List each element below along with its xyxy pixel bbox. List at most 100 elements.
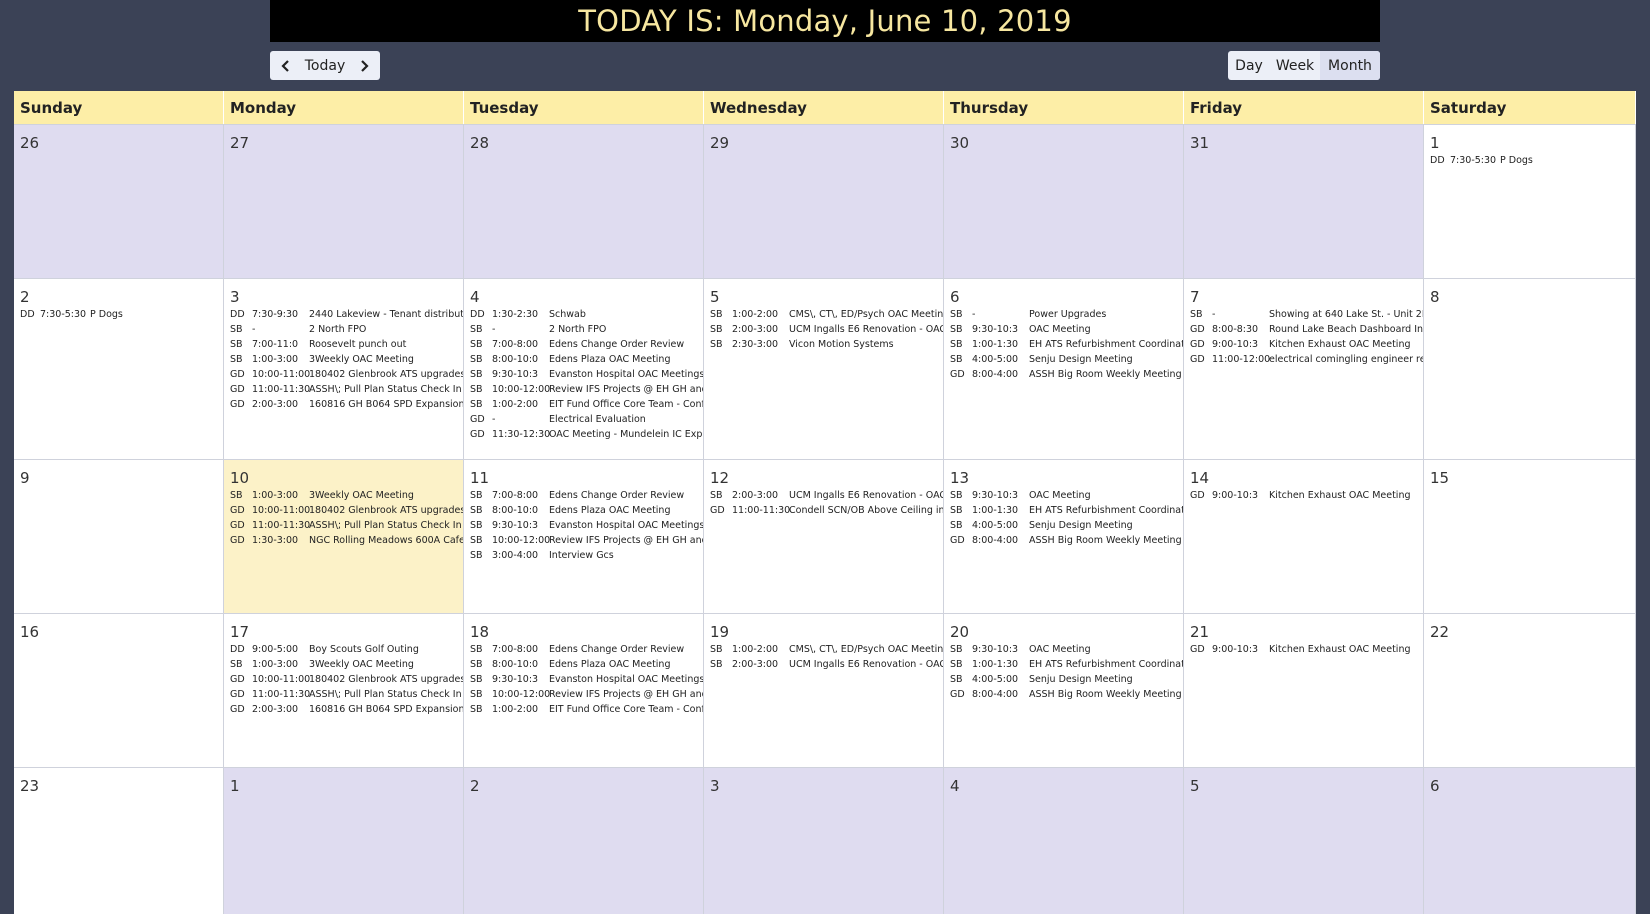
- day-cell[interactable]: 4 DD 1:30-2:30 Schwab SB -2 North FPO SB 7:00-8…: [464, 279, 704, 459]
- calendar-event[interactable]: GD 11:00-11:30 ASSH\; Pull Plan Status Che…: [224, 687, 463, 702]
- calendar-event[interactable]: SB 1:00-2:00 CMS\, CT\, ED/Psych OAC Meeti…: [704, 642, 943, 657]
- calendar-event[interactable]: GD - Electrical Evaluation: [464, 412, 703, 427]
- day-cell[interactable]: 19 SB 1:00-2:00 CMS\, CT\, ED/Psych OAC Mee…: [704, 614, 944, 767]
- chevron-left-icon[interactable]: [276, 54, 296, 78]
- calendar-event[interactable]: SB 1:00-3:00 3Weekly OAC Meeting: [224, 657, 463, 672]
- chevron-right-icon[interactable]: [354, 54, 374, 78]
- calendar-event[interactable]: SB 7:00-8:00 Edens Change Order Review: [464, 488, 703, 503]
- day-cell[interactable]: 23: [14, 768, 224, 914]
- day-cell[interactable]: 21 GD 9:00-10:3 Kitchen Exhaust OAC Meeting: [1184, 614, 1424, 767]
- calendar-event[interactable]: SB 1:00-3:00 3Weekly OAC Meeting: [224, 352, 463, 367]
- day-cell[interactable]: 2 DD 7:30-5:30 P Dogs: [14, 279, 224, 459]
- day-cell[interactable]: 6: [1424, 768, 1636, 914]
- calendar-event[interactable]: SB 8:00-10:0 Edens Plaza OAC Meeting: [464, 503, 703, 518]
- calendar-event[interactable]: DD 7:30-5:30 P Dogs: [14, 307, 223, 322]
- calendar-event[interactable]: SB 10:00-12:00 Review IFS Projects @ EH GH…: [464, 382, 703, 397]
- calendar-event[interactable]: SB 3:00-4:00 Interview Gcs: [464, 548, 703, 563]
- calendar-event[interactable]: SB 2:00-3:00 UCM Ingalls E6 Renovation - O…: [704, 488, 943, 503]
- calendar-event[interactable]: SB 2:00-3:00 UCM Ingalls E6 Renovation - O…: [704, 322, 943, 337]
- calendar-event[interactable]: SB 10:00-12:00 Review IFS Projects @ EH GH…: [464, 533, 703, 548]
- calendar-event[interactable]: GD 11:30-12:30 OAC Meeting - Mundelein IC …: [464, 427, 703, 442]
- calendar-event[interactable]: SB 7:00-8:00 Edens Change Order Review: [464, 337, 703, 352]
- day-cell[interactable]: 11 SB 7:00-8:00 Edens Change Order Review SB…: [464, 460, 704, 613]
- calendar-event[interactable]: GD 9:00-10:3 Kitchen Exhaust OAC Meeting: [1184, 488, 1423, 503]
- day-cell[interactable]: 31: [1184, 125, 1424, 278]
- calendar-event[interactable]: GD 10:00-11:00 180402 Glenbrook ATS upgrad…: [224, 367, 463, 382]
- day-cell[interactable]: 30: [944, 125, 1184, 278]
- calendar-event[interactable]: GD 8:00-4:00 ASSH Big Room Weekly Meeting: [944, 533, 1183, 548]
- day-cell[interactable]: 13 SB 9:30-10:3 OAC Meeting SB 1:00-1:30 EH AT…: [944, 460, 1184, 613]
- calendar-event[interactable]: SB 1:00-1:30 EH ATS Refurbishment Coordina…: [944, 337, 1183, 352]
- calendar-event[interactable]: DD 7:30-9:30 2440 Lakeview - Tenant distri…: [224, 307, 463, 322]
- calendar-event[interactable]: DD 7:30-5:30 P Dogs: [1424, 153, 1635, 168]
- day-cell[interactable]: 4: [944, 768, 1184, 914]
- day-cell[interactable]: 14 GD 9:00-10:3 Kitchen Exhaust OAC Meeting: [1184, 460, 1424, 613]
- calendar-event[interactable]: SB - Power Upgrades: [944, 307, 1183, 322]
- calendar-event[interactable]: SB 9:30-10:3 OAC Meeting: [944, 642, 1183, 657]
- calendar-event[interactable]: GD 2:00-3:00 160816 GH B064 SPD Expansion …: [224, 702, 463, 717]
- day-cell[interactable]: 26: [14, 125, 224, 278]
- calendar-event[interactable]: GD 1:30-3:00 NGC Rolling Meadows 600A Cafe: [224, 533, 463, 548]
- day-cell[interactable]: 27: [224, 125, 464, 278]
- calendar-event[interactable]: GD 10:00-11:00 180402 Glenbrook ATS upgrad…: [224, 672, 463, 687]
- day-cell[interactable]: 28: [464, 125, 704, 278]
- calendar-event[interactable]: SB 1:00-2:00 EIT Fund Office Core Team - C…: [464, 397, 703, 412]
- calendar-event[interactable]: SB 9:30-10:3 Evanston Hospital OAC Meeting…: [464, 367, 703, 382]
- day-cell[interactable]: 12 SB 2:00-3:00 UCM Ingalls E6 Renovation -…: [704, 460, 944, 613]
- day-cell[interactable]: 16: [14, 614, 224, 767]
- day-cell[interactable]: 18 SB 7:00-8:00 Edens Change Order Review SB…: [464, 614, 704, 767]
- calendar-event[interactable]: GD 9:00-10:3 Kitchen Exhaust OAC Meeting: [1184, 337, 1423, 352]
- day-cell[interactable]: 1 DD 7:30-5:30 P Dogs: [1424, 125, 1636, 278]
- calendar-event[interactable]: SB 4:00-5:00 Senju Design Meeting: [944, 352, 1183, 367]
- today-button[interactable]: Today: [305, 58, 346, 74]
- calendar-event[interactable]: GD 2:00-3:00 160816 GH B064 SPD Expansion …: [224, 397, 463, 412]
- day-cell[interactable]: 17 DD 9:00-5:00 Boy Scouts Golf Outing SB 1:0…: [224, 614, 464, 767]
- calendar-event[interactable]: GD 9:00-10:3 Kitchen Exhaust OAC Meeting: [1184, 642, 1423, 657]
- calendar-event[interactable]: GD 11:00-12:00 electrical comingling engin…: [1184, 352, 1423, 367]
- calendar-event[interactable]: SB 9:30-10:3 Evanston Hospital OAC Meeting…: [464, 518, 703, 533]
- day-cell[interactable]: 15: [1424, 460, 1636, 613]
- calendar-event[interactable]: SB 8:00-10:0 Edens Plaza OAC Meeting: [464, 352, 703, 367]
- day-cell[interactable]: 29: [704, 125, 944, 278]
- day-cell[interactable]: 5: [1184, 768, 1424, 914]
- calendar-event[interactable]: SB 9:30-10:3 OAC Meeting: [944, 488, 1183, 503]
- day-cell[interactable]: 6 SB - Power Upgrades SB 9:30-10:3 OAC Meeting…: [944, 279, 1184, 459]
- day-cell[interactable]: 2: [464, 768, 704, 914]
- day-cell-today[interactable]: 10 SB 1:00-3:00 3Weekly OAC Meeting GD 10:00-…: [224, 460, 464, 613]
- calendar-event[interactable]: GD 8:00-4:00 ASSH Big Room Weekly Meeting: [944, 687, 1183, 702]
- calendar-event[interactable]: SB 1:00-1:30 EH ATS Refurbishment Coordina…: [944, 503, 1183, 518]
- calendar-event[interactable]: SB 1:00-1:30 EH ATS Refurbishment Coordina…: [944, 657, 1183, 672]
- calendar-event[interactable]: GD 10:00-11:00 180402 Glenbrook ATS upgrad…: [224, 503, 463, 518]
- calendar-event[interactable]: SB 10:00-12:00 Review IFS Projects @ EH GH…: [464, 687, 703, 702]
- calendar-event[interactable]: GD 8:00-4:00 ASSH Big Room Weekly Meeting: [944, 367, 1183, 382]
- month-view-button[interactable]: Month: [1320, 51, 1380, 80]
- calendar-event[interactable]: SB 1:00-2:00 EIT Fund Office Core Team - C…: [464, 702, 703, 717]
- calendar-event[interactable]: SB - 2 North FPO: [224, 322, 463, 337]
- calendar-event[interactable]: SB 1:00-2:00 CMS\, CT\, ED/Psych OAC Meeti…: [704, 307, 943, 322]
- calendar-event[interactable]: GD 11:00-11:30 ASSH\; Pull Plan Status Che…: [224, 382, 463, 397]
- day-cell[interactable]: 22: [1424, 614, 1636, 767]
- day-cell[interactable]: 1: [224, 768, 464, 914]
- day-cell[interactable]: 7 SB - Showing at 640 Lake St. - Unit 2E\ GD…: [1184, 279, 1424, 459]
- calendar-event[interactable]: SB 7:00-11:0 Roosevelt punch out: [224, 337, 463, 352]
- calendar-event[interactable]: SB - Showing at 640 Lake St. - Unit 2E\: [1184, 307, 1423, 322]
- calendar-event[interactable]: GD 8:00-8:30 Round Lake Beach Dashboard In…: [1184, 322, 1423, 337]
- calendar-event[interactable]: SB - 2 North FPO: [464, 322, 703, 337]
- day-cell[interactable]: 3 DD 7:30-9:30 2440 Lakeview - Tenant distr…: [224, 279, 464, 459]
- calendar-event[interactable]: SB 9:30-10:3 OAC Meeting: [944, 322, 1183, 337]
- calendar-event[interactable]: DD 9:00-5:00 Boy Scouts Golf Outing: [224, 642, 463, 657]
- calendar-event[interactable]: SB 2:00-3:00 UCM Ingalls E6 Renovation - O…: [704, 657, 943, 672]
- day-cell[interactable]: 9: [14, 460, 224, 613]
- calendar-event[interactable]: SB 7:00-8:00 Edens Change Order Review: [464, 642, 703, 657]
- calendar-event[interactable]: SB 8:00-10:0 Edens Plaza OAC Meeting: [464, 657, 703, 672]
- day-cell[interactable]: 8: [1424, 279, 1636, 459]
- week-view-button[interactable]: Week: [1270, 51, 1320, 80]
- day-cell[interactable]: 5 SB 1:00-2:00 CMS\, CT\, ED/Psych OAC Meet…: [704, 279, 944, 459]
- day-cell[interactable]: 20 SB 9:30-10:3 OAC Meeting SB 1:00-1:30 EH AT…: [944, 614, 1184, 767]
- calendar-event[interactable]: GD 11:00-11:30 Condell SCN/OB Above Ceilin…: [704, 503, 943, 518]
- day-view-button[interactable]: Day: [1228, 51, 1270, 80]
- day-cell[interactable]: 3: [704, 768, 944, 914]
- calendar-event[interactable]: SB 2:30-3:00 Vicon Motion Systems: [704, 337, 943, 352]
- calendar-event[interactable]: SB 4:00-5:00 Senju Design Meeting: [944, 518, 1183, 533]
- calendar-event[interactable]: DD 1:30-2:30 Schwab: [464, 307, 703, 322]
